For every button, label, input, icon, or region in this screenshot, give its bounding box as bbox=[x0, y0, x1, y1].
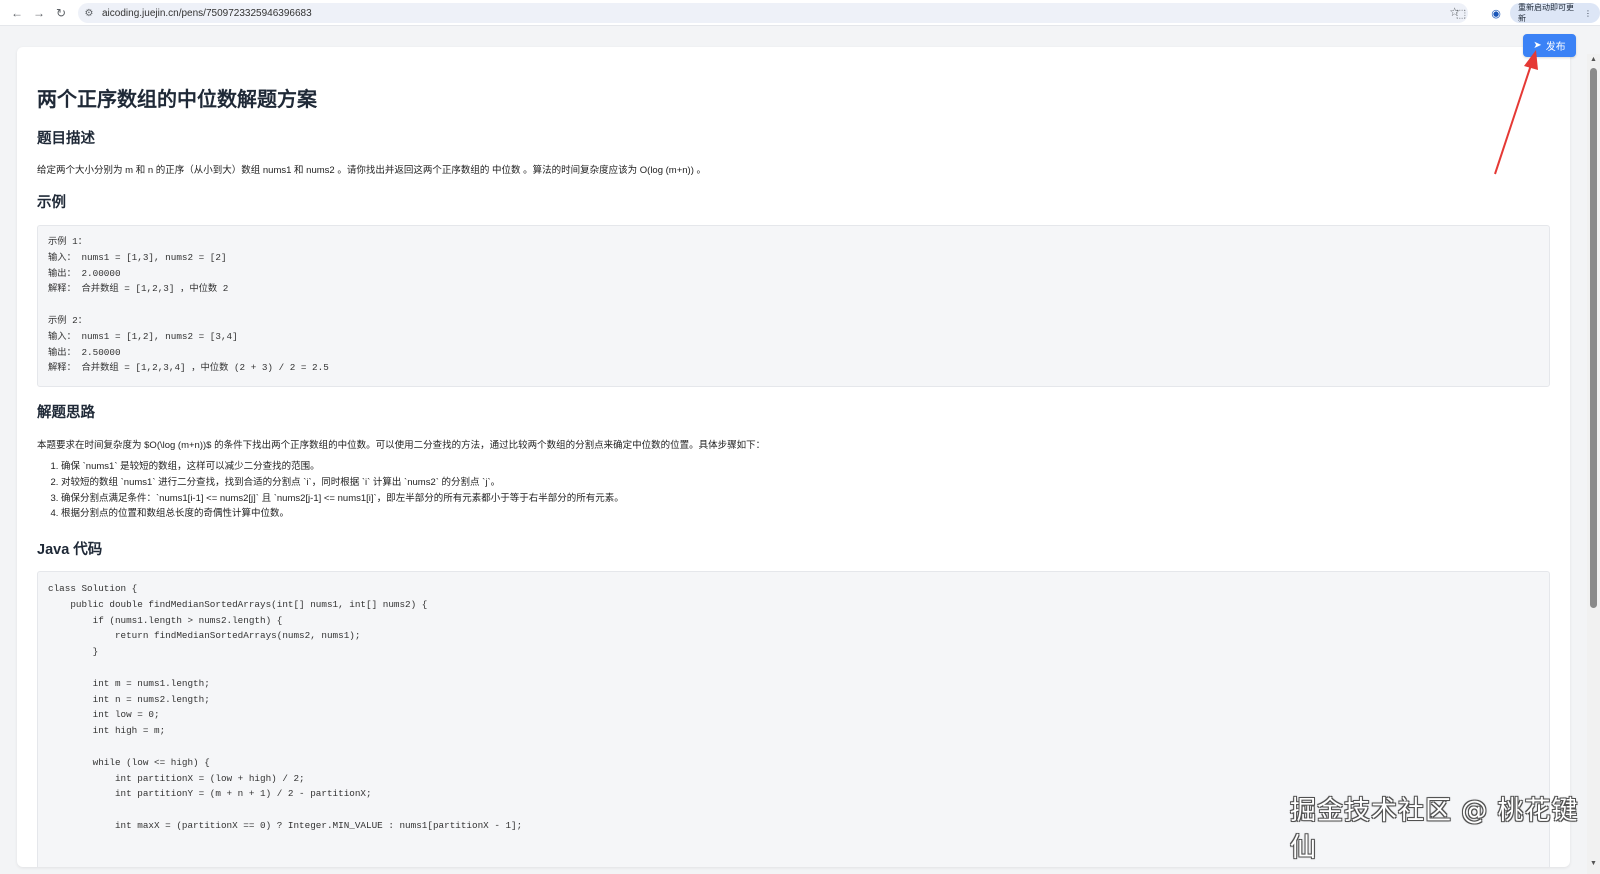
code-line: 解释： 合并数组 = [1,2,3] ，中位数 2 bbox=[48, 283, 229, 295]
code-line: int n = nums2.length; bbox=[48, 693, 210, 705]
examples-heading: 示例 bbox=[37, 195, 66, 211]
code-line: 输出： 2.50000 bbox=[48, 346, 121, 358]
page-area: 两个正序数组的中位数解题方案 题目描述 给定两个大小分别为 m 和 n 的正序（… bbox=[0, 27, 1600, 874]
approach-text: 本题要求在时间复杂度为 $O(\log (m+n))$ 的条件下找出两个正序数组… bbox=[37, 440, 766, 451]
code-line: 示例 1： bbox=[48, 236, 88, 247]
code-line: 解释： 合并数组 = [1,2,3,4] ，中位数 (2 + 3) / 2 = … bbox=[48, 362, 329, 374]
reload-icon[interactable]: ↻ bbox=[50, 2, 72, 24]
more-icon[interactable]: ⋮ bbox=[1584, 9, 1592, 18]
profile-icon[interactable]: ◉ bbox=[1487, 4, 1505, 22]
code-line: } bbox=[48, 646, 99, 658]
code-line: int high = m; bbox=[48, 725, 166, 737]
address-bar[interactable]: ⚙ aicoding.juejin.cn/pens/75097233259463… bbox=[78, 3, 1468, 23]
watermark: 掘金技术社区 @ 桃花键仙 bbox=[1290, 796, 1579, 863]
list-item: 确保分割点满足条件：`nums1[i-1] <= nums2[j]` 且 `nu… bbox=[61, 491, 624, 507]
code-line: 输入： nums1 = [1,3], nums2 = [2] bbox=[48, 251, 227, 263]
annotation-arrow-icon bbox=[1494, 50, 1538, 175]
approach-heading: 解题思路 bbox=[37, 405, 95, 421]
code-line: if (nums1.length > nums2.length) { bbox=[48, 614, 283, 626]
list-item: 根据分割点的位置和数组总长度的奇偶性计算中位数。 bbox=[61, 506, 624, 522]
page-title: 两个正序数组的中位数解题方案 bbox=[37, 89, 317, 111]
list-item: 对较短的数组 `nums1` 进行二分查找，找到合适的分割点 `i`，同时根据 … bbox=[61, 475, 624, 491]
update-label: 重新启动即可更新 bbox=[1518, 3, 1574, 23]
site-info-icon[interactable]: ⚙ bbox=[82, 6, 96, 20]
description-heading: 题目描述 bbox=[37, 131, 95, 147]
forward-icon[interactable]: → bbox=[28, 2, 50, 24]
extensions-icon[interactable]: ⬚ bbox=[1452, 4, 1470, 22]
code-line: class Solution { bbox=[48, 583, 138, 594]
code-line: 输入： nums1 = [1,2], nums2 = [3,4] bbox=[48, 330, 238, 342]
back-icon[interactable]: ← bbox=[6, 2, 28, 24]
update-button[interactable]: 重新启动即可更新 ⋮ bbox=[1510, 3, 1600, 23]
code-line: int m = nums1.length; bbox=[48, 677, 210, 689]
code-line: while (low <= high) { bbox=[48, 756, 210, 768]
code-line: 示例 2： bbox=[48, 314, 88, 326]
article-card: 两个正序数组的中位数解题方案 题目描述 给定两个大小分别为 m 和 n 的正序（… bbox=[17, 47, 1570, 867]
code-line: 输出： 2.00000 bbox=[48, 267, 121, 279]
list-item: 确保 `nums1` 是较短的数组，这样可以减少二分查找的范围。 bbox=[61, 459, 624, 475]
url-text[interactable]: aicoding.juejin.cn/pens/7509723325946396… bbox=[102, 8, 312, 19]
code-heading: Java 代码 bbox=[37, 542, 103, 558]
code-line: int partitionX = (low + high) / 2; bbox=[48, 772, 305, 784]
browser-toolbar: ← → ↻ ⚙ aicoding.juejin.cn/pens/75097233… bbox=[0, 0, 1600, 26]
vertical-scrollbar[interactable]: ▲ ▼ bbox=[1587, 54, 1600, 874]
scroll-thumb[interactable] bbox=[1590, 68, 1597, 608]
examples-code-block: 示例 1： 输入： nums1 = [1,3], nums2 = [2] 输出：… bbox=[37, 225, 1550, 387]
steps-list: 确保 `nums1` 是较短的数组，这样可以减少二分查找的范围。 对较短的数组 … bbox=[61, 459, 624, 522]
code-line: int low = 0; bbox=[48, 709, 160, 721]
code-line: public double findMedianSortedArrays(int… bbox=[48, 598, 428, 610]
code-line: return findMedianSortedArrays(nums2, num… bbox=[48, 630, 361, 642]
description-text: 给定两个大小分别为 m 和 n 的正序（从小到大）数组 nums1 和 nums… bbox=[37, 165, 707, 176]
scroll-up-icon[interactable]: ▲ bbox=[1590, 56, 1597, 63]
